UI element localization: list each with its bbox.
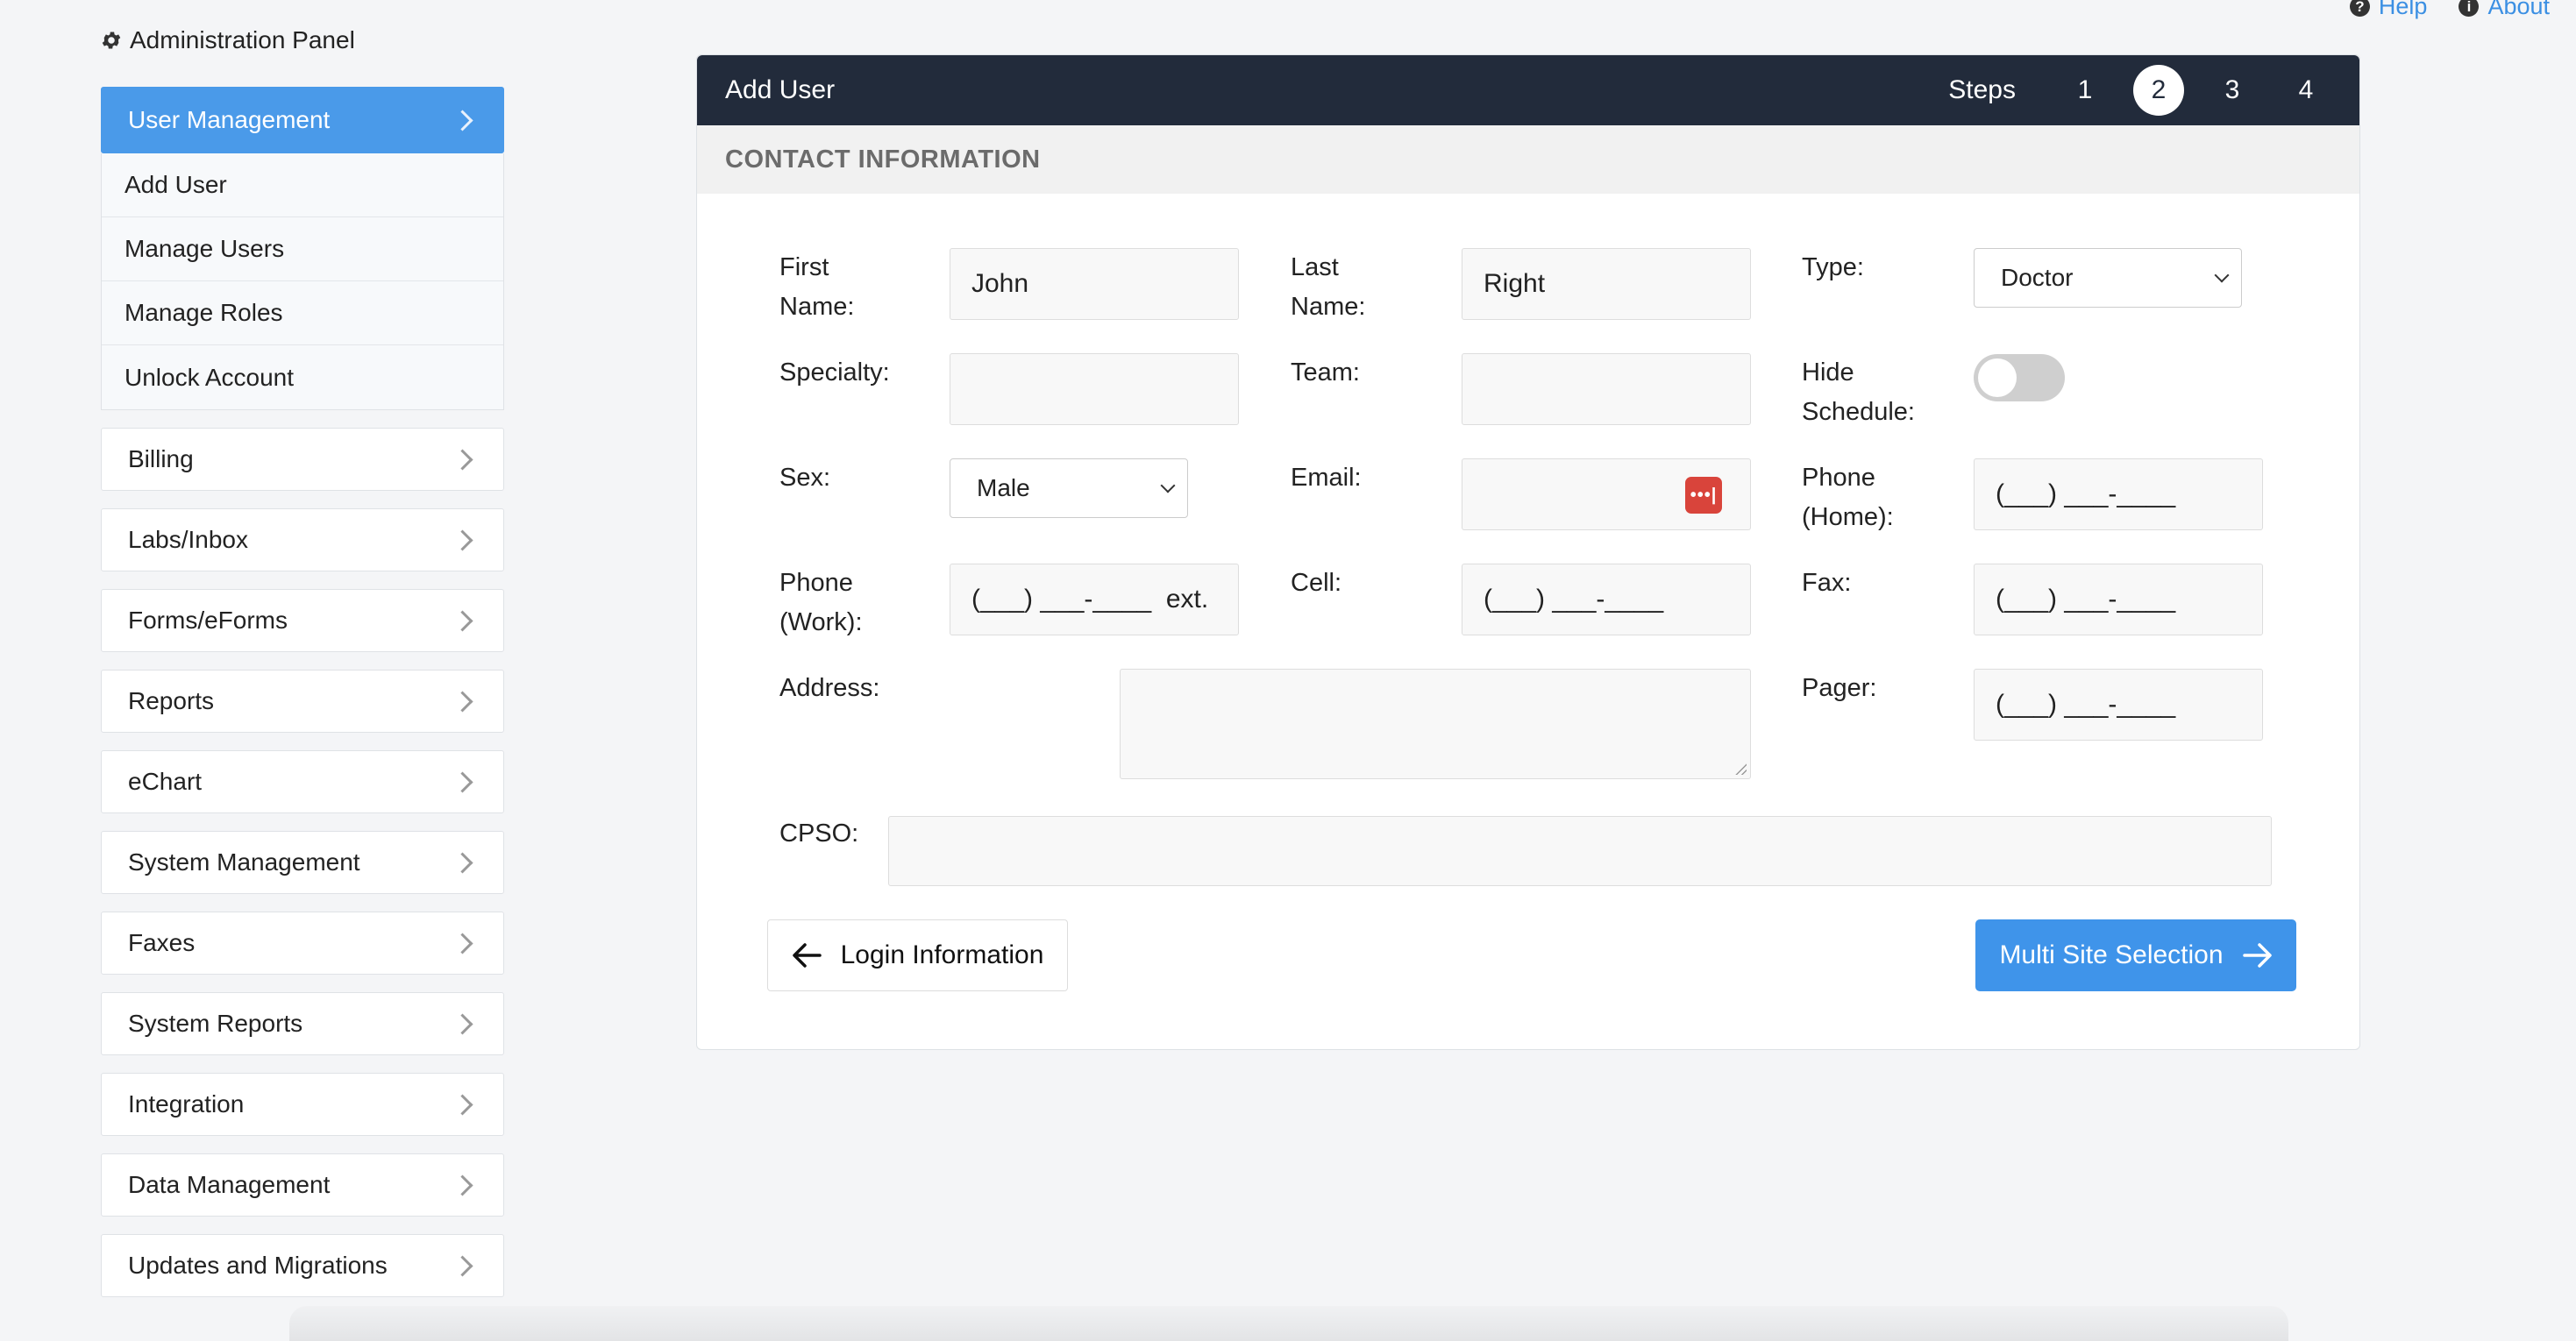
toggle-knob xyxy=(1978,358,2017,397)
cell-input[interactable]: (___) ___-____ xyxy=(1462,564,1751,635)
chevron-right-icon xyxy=(452,770,473,793)
card-title: Add User xyxy=(725,75,836,104)
info-icon: i xyxy=(2459,0,2480,17)
team-label: Team: xyxy=(1291,358,1360,387)
chevron-right-icon xyxy=(452,448,473,471)
phone-home-label: Phone (Home): xyxy=(1802,464,1894,531)
resize-handle[interactable] xyxy=(1734,763,1747,775)
question-icon: ? xyxy=(2349,0,2370,17)
email-label: Email: xyxy=(1291,464,1362,492)
specialty-input[interactable] xyxy=(950,353,1239,425)
email-input[interactable]: •••| xyxy=(1462,458,1751,530)
last-name-input[interactable]: Right xyxy=(1462,248,1751,320)
chevron-right-icon xyxy=(452,529,473,551)
hide-schedule-label: Hide Schedule: xyxy=(1802,358,1915,426)
sidebar-item-billing[interactable]: Billing xyxy=(101,428,504,491)
chevron-right-icon xyxy=(452,932,473,954)
last-name-label: Last Name: xyxy=(1291,253,1366,321)
step-2-current[interactable]: 2 xyxy=(2133,65,2184,116)
address-label: Address: xyxy=(779,674,880,702)
type-label: Type: xyxy=(1802,253,1864,281)
phone-work-label: Phone (Work): xyxy=(779,569,863,636)
chevron-right-icon xyxy=(452,851,473,874)
hide-schedule-toggle[interactable] xyxy=(1974,354,2065,401)
address-textarea[interactable] xyxy=(1120,669,1751,779)
arrow-right-icon xyxy=(2242,943,2272,968)
sidebar-item-forms-eforms[interactable]: Forms/eForms xyxy=(101,589,504,652)
phone-work-input[interactable]: (___) ___-____ ext. xyxy=(950,564,1239,635)
add-user-card: Add User Steps 1 2 3 4 CONTACT INFORMATI… xyxy=(696,54,2360,1050)
steps-label: Steps xyxy=(1948,75,2016,104)
step-3[interactable]: 3 xyxy=(2207,65,2258,116)
sub-item-manage-users[interactable]: Manage Users xyxy=(102,217,503,281)
fax-label: Fax: xyxy=(1802,569,1852,597)
sidebar-item-system-management[interactable]: System Management xyxy=(101,831,504,894)
sub-item-add-user[interactable]: Add User xyxy=(102,153,503,217)
chevron-right-icon xyxy=(452,1254,473,1277)
step-1[interactable]: 1 xyxy=(2060,65,2110,116)
password-manager-icon[interactable]: •••| xyxy=(1685,477,1722,514)
top-links: ? Help i About xyxy=(2349,0,2550,20)
specialty-label: Specialty: xyxy=(779,358,890,387)
sidebar-item-user-management[interactable]: User Management xyxy=(101,87,504,153)
sub-item-manage-roles[interactable]: Manage Roles xyxy=(102,281,503,345)
chevron-right-icon xyxy=(452,1093,473,1116)
panel-title: Administration Panel xyxy=(100,26,355,54)
bottom-scroll-shadow xyxy=(289,1306,2288,1341)
chevron-right-icon xyxy=(452,690,473,713)
gear-icon xyxy=(102,32,121,49)
sidebar-item-faxes[interactable]: Faxes xyxy=(101,912,504,975)
next-button[interactable]: Multi Site Selection xyxy=(1975,919,2296,991)
cell-label: Cell: xyxy=(1291,569,1342,597)
sidebar: User Management Add User Manage Users Ma… xyxy=(101,87,504,1297)
first-name-label: First Name: xyxy=(779,253,855,321)
sidebar-item-data-management[interactable]: Data Management xyxy=(101,1153,504,1217)
sex-select[interactable]: Male xyxy=(950,458,1188,518)
arrow-left-icon xyxy=(792,943,822,968)
cpso-input[interactable] xyxy=(888,816,2272,886)
chevron-down-icon xyxy=(2214,267,2230,283)
chevron-right-icon xyxy=(452,1174,473,1196)
back-button[interactable]: Login Information xyxy=(767,919,1068,991)
sidebar-item-reports[interactable]: Reports xyxy=(101,670,504,733)
help-link[interactable]: ? Help xyxy=(2349,0,2427,20)
step-indicator: Steps 1 2 3 4 xyxy=(1948,65,2331,116)
about-link[interactable]: i About xyxy=(2459,0,2550,20)
cpso-label: CPSO: xyxy=(779,820,859,848)
phone-home-input[interactable]: (___) ___-____ xyxy=(1974,458,2263,530)
sex-label: Sex: xyxy=(779,464,831,492)
section-title: CONTACT INFORMATION xyxy=(697,125,2359,194)
fax-input[interactable]: (___) ___-____ xyxy=(1974,564,2263,635)
type-select[interactable]: Doctor xyxy=(1974,248,2242,308)
sidebar-item-updates-migrations[interactable]: Updates and Migrations xyxy=(101,1234,504,1297)
chevron-right-icon xyxy=(452,109,473,131)
sidebar-item-system-reports[interactable]: System Reports xyxy=(101,992,504,1055)
chevron-right-icon xyxy=(452,609,473,632)
sidebar-item-integration[interactable]: Integration xyxy=(101,1073,504,1136)
sub-item-unlock-account[interactable]: Unlock Account xyxy=(102,345,503,409)
user-management-submenu: Add User Manage Users Manage Roles Unloc… xyxy=(101,153,504,410)
sidebar-item-labs-inbox[interactable]: Labs/Inbox xyxy=(101,508,504,571)
chevron-down-icon xyxy=(1160,478,1176,493)
pager-label: Pager: xyxy=(1802,674,1877,702)
chevron-right-icon xyxy=(452,1012,473,1035)
pager-input[interactable]: (___) ___-____ xyxy=(1974,669,2263,741)
step-4[interactable]: 4 xyxy=(2281,65,2331,116)
first-name-input[interactable]: John xyxy=(950,248,1239,320)
team-input[interactable] xyxy=(1462,353,1751,425)
sidebar-item-echart[interactable]: eChart xyxy=(101,750,504,813)
card-header: Add User Steps 1 2 3 4 xyxy=(697,55,2359,125)
